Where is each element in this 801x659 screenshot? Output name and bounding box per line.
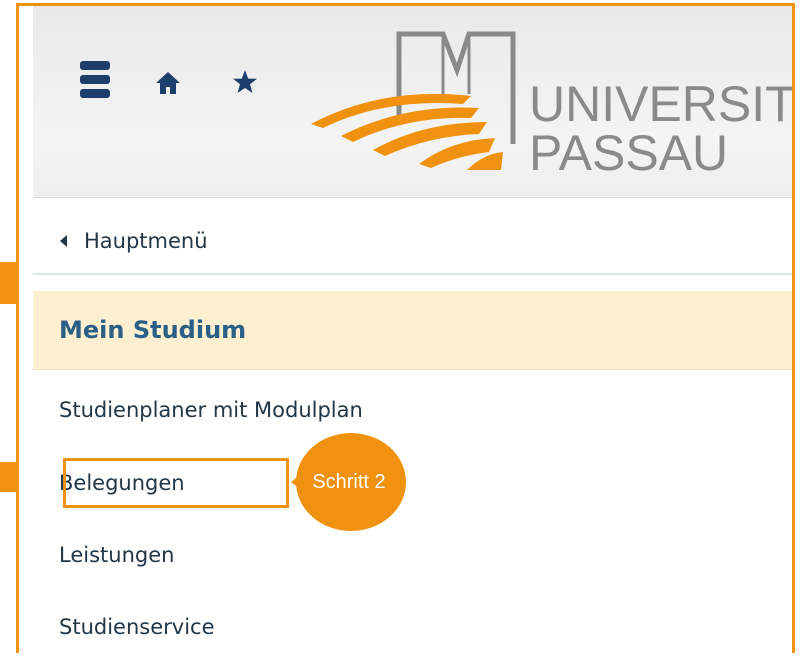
section-title-mein-studium: Mein Studium <box>33 291 792 370</box>
home-icon[interactable] <box>155 71 181 95</box>
logo-line2: PASSAU <box>529 125 728 181</box>
star-icon[interactable] <box>232 69 258 95</box>
header: UNIVERSITÄT PASSAU <box>33 6 793 198</box>
back-link-label: Hauptmenü <box>84 229 208 253</box>
back-to-main-menu-link[interactable]: Hauptmenü <box>33 209 792 275</box>
app-frame: UNIVERSITÄT PASSAU Hauptmenü Mein Studiu… <box>16 3 795 653</box>
hamburger-menu-icon[interactable] <box>80 61 110 99</box>
callout-step-label: Schritt 2 <box>312 471 386 493</box>
step-callout: Schritt 2 <box>291 433 407 531</box>
nav-item-studienservice[interactable]: Studienservice <box>59 607 215 647</box>
logo-line1: UNIVERSITÄT <box>529 76 793 132</box>
nav-item-belegungen[interactable]: Belegungen <box>59 463 185 503</box>
nav-item-leistungen[interactable]: Leistungen <box>59 535 174 575</box>
chevron-left-icon <box>60 235 67 247</box>
university-logo[interactable]: UNIVERSITÄT PASSAU <box>303 24 793 189</box>
nav-item-studienplaner[interactable]: Studienplaner mit Modulplan <box>59 390 363 430</box>
